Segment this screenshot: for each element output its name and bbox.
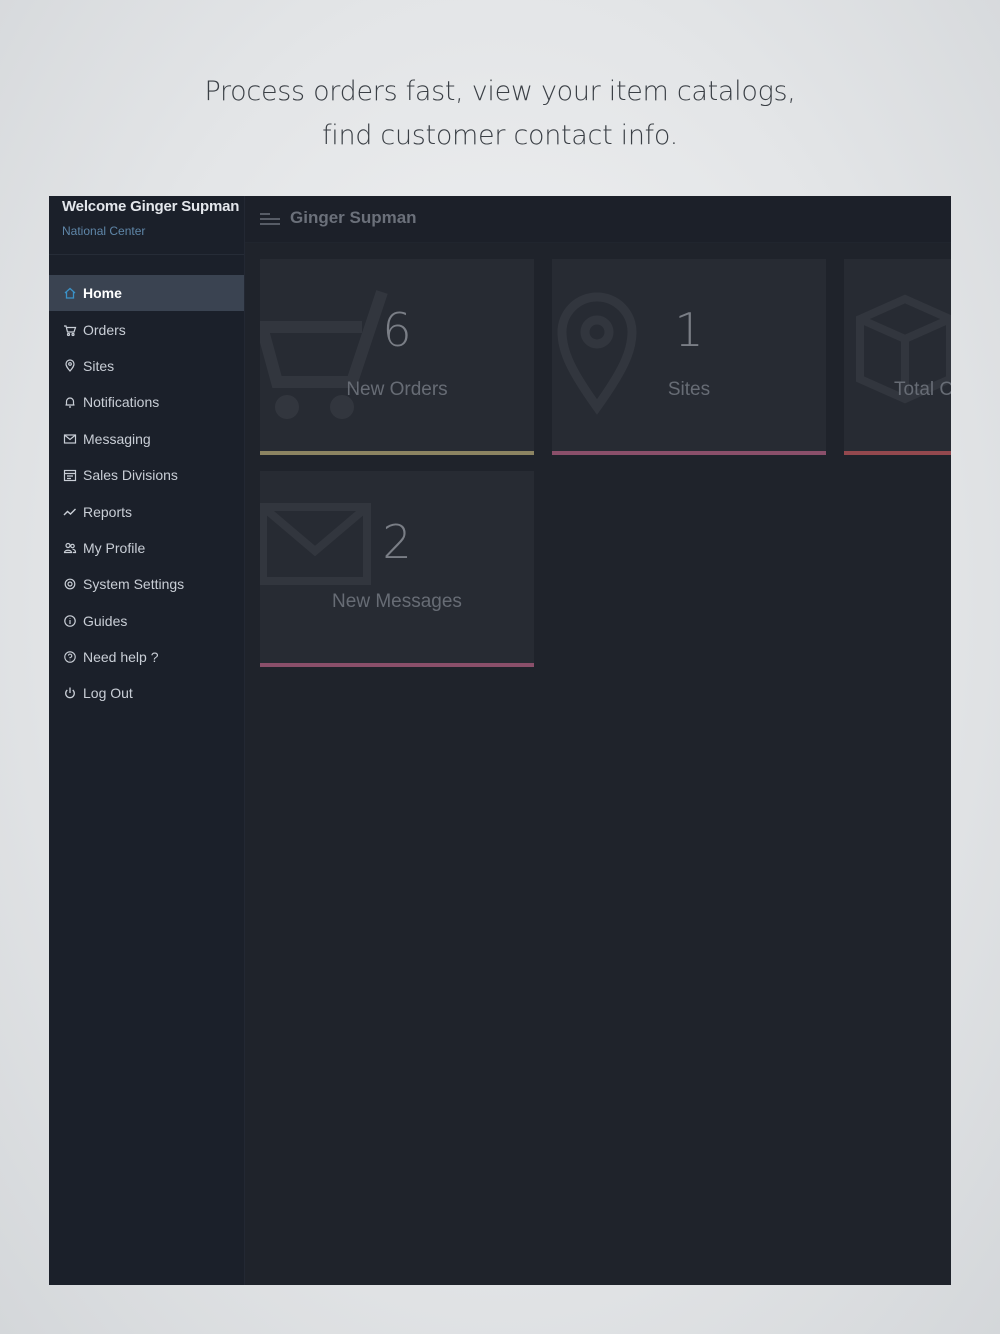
- cart-icon: [63, 323, 77, 337]
- new-orders-count: 6: [382, 303, 412, 357]
- sidebar-item-log-out[interactable]: Log Out: [49, 675, 244, 711]
- sidebar-item-label: Messaging: [83, 430, 151, 447]
- sidebar: Welcome Ginger Supman National Center Ho…: [49, 196, 245, 1285]
- sidebar-item-system-settings[interactable]: System Settings: [49, 566, 244, 602]
- sidebar-item-label: Need help ?: [83, 649, 159, 666]
- page-title: Ginger Supman: [290, 208, 417, 227]
- sidebar-item-label: Orders: [83, 321, 126, 338]
- organization-name: National Center: [62, 224, 146, 238]
- sidebar-item-home[interactable]: Home: [49, 275, 244, 312]
- sidebar-item-label: Notifications: [83, 394, 160, 411]
- sites-card[interactable]: 1 Sites: [552, 259, 826, 455]
- sidebar-item-orders[interactable]: Orders: [49, 311, 244, 347]
- sidebar-item-label: Sales Divisions: [83, 467, 178, 484]
- sidebar-item-label: My Profile: [83, 539, 146, 556]
- gear-icon: [63, 577, 77, 591]
- info-icon: [63, 614, 77, 628]
- sidebar-item-sales-divisions[interactable]: Sales Divisions: [49, 457, 244, 493]
- tagline-line-1: Process orders fast, view your item cata…: [204, 76, 796, 107]
- new-orders-label: New Orders: [346, 379, 448, 400]
- card-accent-bar: [844, 451, 951, 455]
- sidebar-item-reports[interactable]: Reports: [49, 493, 244, 529]
- sites-count: 1: [674, 303, 704, 357]
- new-messages-count: 2: [382, 515, 412, 569]
- trend-icon: [63, 505, 77, 519]
- sidebar-item-label: System Settings: [83, 576, 185, 593]
- help-icon: [63, 650, 77, 664]
- sites-label: Sites: [667, 379, 711, 400]
- sidebar-item-notifications[interactable]: Notifications: [49, 384, 244, 420]
- sidebar-item-my-profile[interactable]: My Profile: [49, 530, 244, 566]
- calendar-icon: [63, 468, 77, 482]
- sidebar-item-label: Sites: [83, 357, 115, 374]
- card-accent-bar: [260, 663, 534, 667]
- bell-icon: [63, 395, 77, 409]
- new-messages-label: New Messages: [332, 591, 462, 612]
- card-accent-bar: [552, 451, 826, 455]
- sidebar-nav: Home Orders Sites Notifications Messagin…: [49, 275, 244, 712]
- welcome-text: Welcome Ginger Supman: [62, 198, 240, 215]
- sidebar-item-guides[interactable]: Guides: [49, 603, 244, 639]
- sidebar-item-messaging[interactable]: Messaging: [49, 421, 244, 457]
- sidebar-item-label: Home: [83, 285, 122, 302]
- tagline-line-2: find customer contact info.: [322, 120, 678, 151]
- sidebar-item-label: Guides: [83, 612, 128, 629]
- users-icon: [63, 541, 77, 555]
- home-icon: [63, 286, 77, 300]
- sidebar-divider: [49, 254, 244, 255]
- total-label: Total C: [894, 379, 951, 400]
- top-bar: Ginger Supman: [245, 196, 951, 243]
- location-icon: [63, 359, 77, 373]
- sidebar-item-need-help[interactable]: Need help ?: [49, 639, 244, 675]
- card-accent-bar: [260, 451, 534, 455]
- sidebar-item-label: Log Out: [83, 685, 133, 702]
- hamburger-icon[interactable]: [259, 211, 281, 227]
- total-card[interactable]: Total C: [844, 259, 951, 455]
- sidebar-item-label: Reports: [83, 503, 133, 520]
- sidebar-item-sites[interactable]: Sites: [49, 348, 244, 384]
- envelope-icon: [63, 432, 77, 446]
- power-icon: [63, 686, 77, 700]
- new-orders-card[interactable]: 6 New Orders: [260, 259, 534, 455]
- new-messages-card[interactable]: 2 New Messages: [260, 471, 534, 667]
- promo-tagline: Process orders fast, view your item cata…: [0, 70, 1000, 158]
- app-screen: Welcome Ginger Supman National Center Ho…: [49, 196, 951, 1285]
